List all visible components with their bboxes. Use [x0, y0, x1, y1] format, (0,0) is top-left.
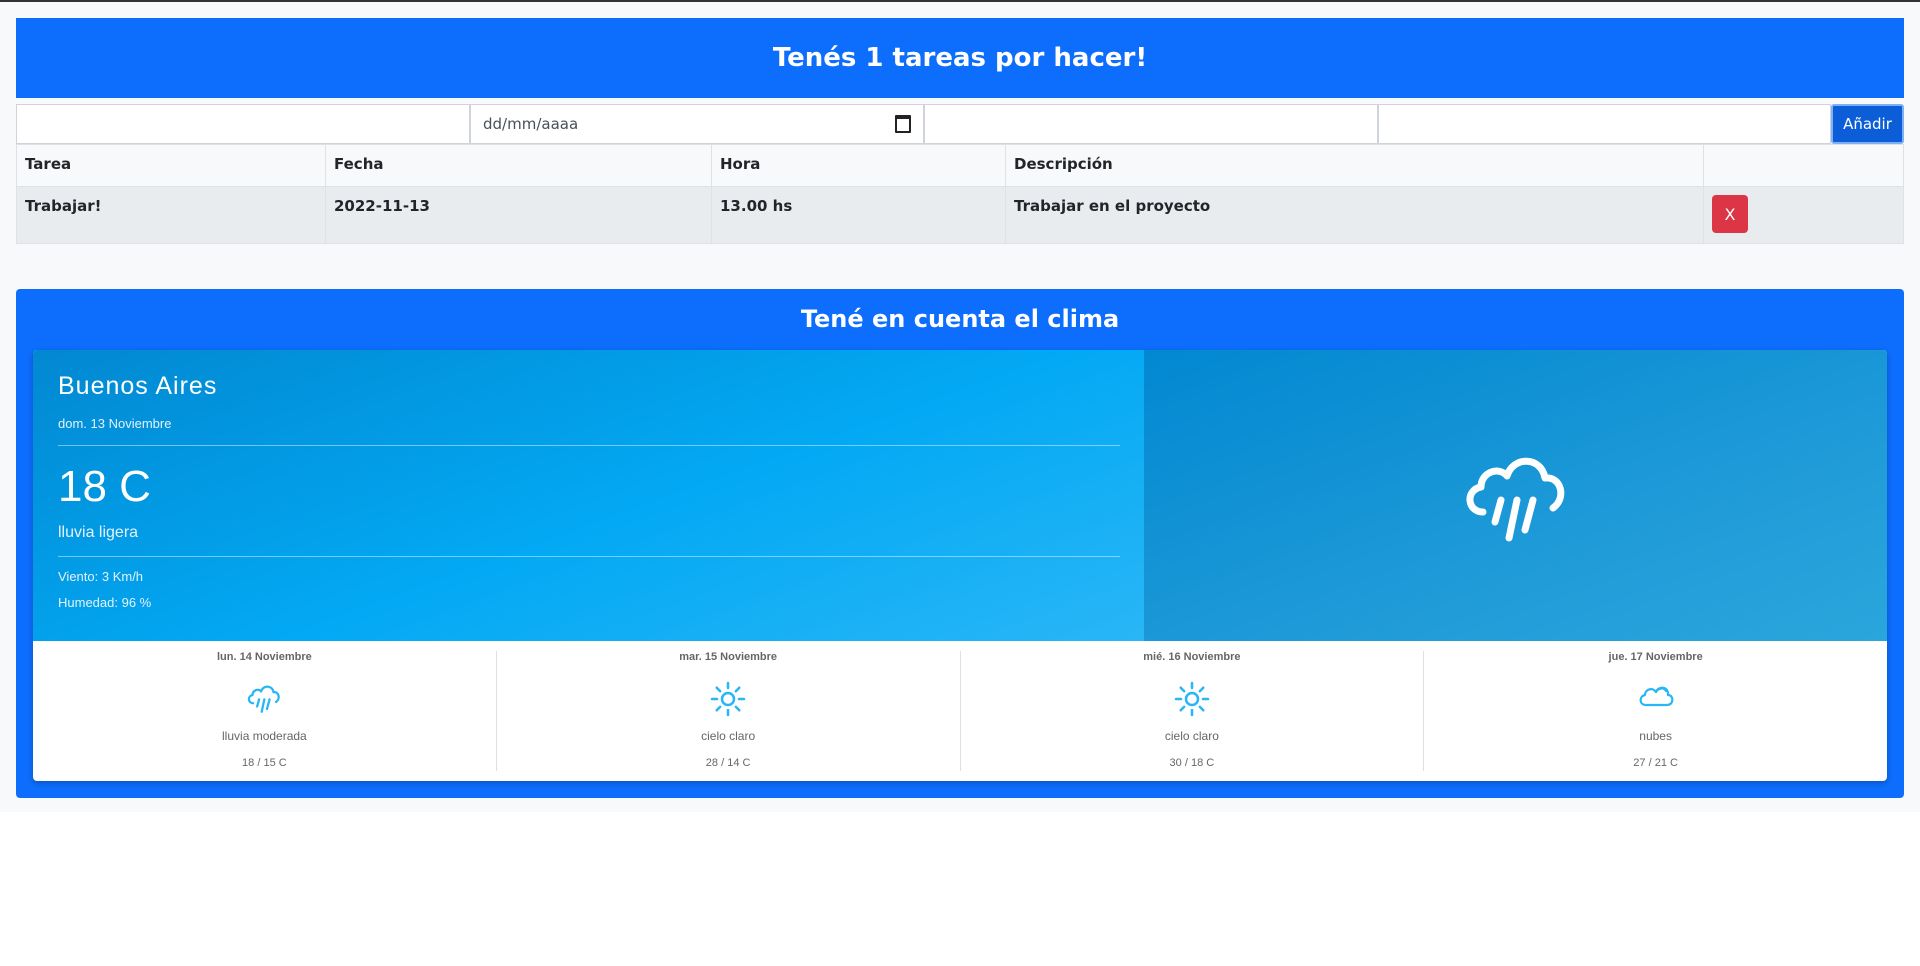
- forecast-description: lluvia moderada: [222, 729, 307, 743]
- calendar-icon[interactable]: [895, 115, 911, 133]
- add-button[interactable]: Añadir: [1831, 104, 1904, 144]
- forecast-date: mar. 15 Noviembre: [679, 651, 778, 663]
- forecast-temperatures: 27 / 21 C: [1633, 757, 1678, 769]
- current-weather-icon-area: [1144, 350, 1887, 641]
- hour-cell: 13.00 hs: [711, 186, 1006, 244]
- divider: [58, 556, 1120, 557]
- description-input[interactable]: [1378, 104, 1831, 144]
- delete-button[interactable]: X: [1712, 195, 1748, 233]
- column-header-task: Tarea: [16, 144, 326, 187]
- description-cell: Trabajar en el proyecto: [1005, 186, 1704, 244]
- rain-cloud-icon: [1466, 457, 1564, 541]
- current-date: dom. 13 Noviembre: [58, 416, 172, 431]
- divider: [58, 445, 1120, 446]
- forecast-temperatures: 18 / 15 C: [242, 757, 287, 769]
- rain-cloud-icon: [248, 685, 281, 713]
- forecast-date: mié. 16 Noviembre: [1143, 651, 1241, 663]
- task-cell: Trabajar!: [16, 186, 326, 244]
- column-header-actions: [1703, 144, 1904, 187]
- sun-icon: [710, 681, 746, 717]
- humidity: Humedad: 96 %: [58, 595, 152, 610]
- sun-icon: [1174, 681, 1210, 717]
- current-weather: Buenos Aires dom. 13 Noviembre 18 C lluv…: [33, 350, 1144, 641]
- column-header-hour: Hora: [711, 144, 1006, 187]
- weather-section-title: Tené en cuenta el clima: [800, 305, 1120, 333]
- weather-panel: Tené en cuenta el clima Buenos Aires dom…: [16, 289, 1904, 798]
- actions-cell: X: [1703, 186, 1904, 244]
- page: Tenés 1 tareas por hacer! dd/mm/aaaa Aña…: [0, 2, 1920, 812]
- date-placeholder: dd/mm/aaaa: [483, 115, 579, 133]
- table-header-row: Tarea Fecha Hora Descripción: [16, 144, 1904, 187]
- hour-input[interactable]: [924, 104, 1378, 144]
- forecast-day: mar. 15 Noviembre cielo claro 28 / 14 C: [497, 651, 961, 771]
- forecast: lun. 14 Noviembre lluvia moderada 18 / 1…: [33, 641, 1887, 781]
- current-temperature: 18 C: [58, 462, 151, 511]
- current-description: lluvia ligera: [58, 524, 139, 541]
- wind-speed: Viento: 3 Km/h: [58, 569, 144, 584]
- city-name: Buenos Aires: [58, 372, 218, 400]
- column-header-date: Fecha: [325, 144, 712, 187]
- column-header-description: Descripción: [1005, 144, 1704, 187]
- date-cell: 2022-11-13: [325, 186, 712, 244]
- task-form: dd/mm/aaaa Añadir: [16, 104, 1904, 144]
- forecast-description: cielo claro: [1164, 729, 1219, 743]
- clouds-icon: [1639, 686, 1674, 707]
- tasks-table: Tarea Fecha Hora Descripción Trabajar! 2…: [16, 144, 1904, 244]
- page-title: Tenés 1 tareas por hacer!: [16, 18, 1904, 98]
- forecast-date: jue. 17 Noviembre: [1608, 651, 1703, 663]
- weather-widget: Buenos Aires dom. 13 Noviembre 18 C lluv…: [33, 350, 1887, 781]
- forecast-day: mié. 16 Noviembre cielo claro 30 / 18 C: [961, 651, 1425, 771]
- forecast-date: lun. 14 Noviembre: [216, 651, 312, 663]
- table-row: Trabajar! 2022-11-13 13.00 hs Trabajar e…: [16, 186, 1904, 244]
- forecast-description: nubes: [1639, 729, 1672, 743]
- forecast-temperatures: 28 / 14 C: [705, 757, 751, 769]
- task-input[interactable]: [16, 104, 470, 144]
- date-input[interactable]: dd/mm/aaaa: [470, 104, 924, 144]
- forecast-description: cielo claro: [701, 729, 756, 743]
- forecast-day: lun. 14 Noviembre lluvia moderada 18 / 1…: [33, 651, 497, 771]
- forecast-day: jue. 17 Noviembre nubes 27 / 21 C: [1424, 651, 1887, 771]
- forecast-temperatures: 30 / 18 C: [1169, 757, 1215, 769]
